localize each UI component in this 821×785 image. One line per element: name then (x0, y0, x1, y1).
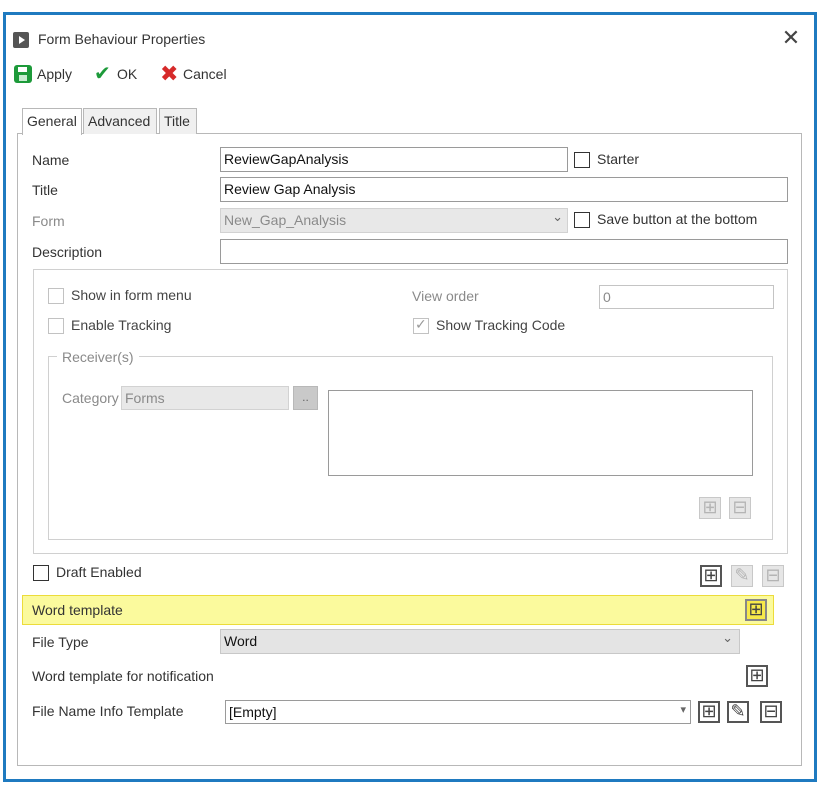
show-menu-label: Show in form menu (71, 287, 192, 303)
form-select-value: New_Gap_Analysis (224, 212, 347, 228)
ok-button[interactable]: ✔ OK (94, 63, 137, 85)
cancel-button[interactable]: ✖ Cancel (160, 63, 227, 85)
draft-enabled-checkbox[interactable] (33, 565, 49, 581)
form-icon (13, 32, 29, 48)
save-bottom-checkbox[interactable] (574, 212, 590, 228)
save-icon (14, 65, 32, 83)
file-type-value: Word (224, 633, 258, 649)
edit-draft-button[interactable]: ✎ (731, 565, 753, 587)
category-input: Forms (121, 386, 289, 410)
chevron-down-icon: ⌄ (552, 209, 563, 224)
category-label: Category (62, 390, 119, 406)
add-word-template-button[interactable]: ⊞ (745, 599, 767, 621)
description-label: Description (32, 244, 103, 260)
tab-general[interactable]: General (22, 108, 82, 135)
arrow-down-icon: ▾ (680, 704, 686, 716)
show-tracking-code-label: Show Tracking Code (436, 317, 566, 333)
enable-tracking-label: Enable Tracking (71, 317, 172, 333)
remove-file-name-info-button[interactable]: ⊟ (760, 701, 782, 723)
receivers-legend: Receiver(s) (57, 349, 139, 365)
tab-advanced[interactable]: Advanced (83, 108, 157, 134)
file-name-info-value: [Empty] (229, 704, 277, 720)
name-input[interactable]: ReviewGapAnalysis (220, 147, 568, 172)
show-tracking-code-checkbox[interactable] (413, 316, 429, 334)
add-notification-template-button[interactable]: ⊞ (746, 665, 768, 687)
file-type-select[interactable]: Word ⌄ (220, 629, 740, 654)
title-input[interactable]: Review Gap Analysis (220, 177, 788, 202)
remove-receiver-button[interactable]: ⊟ (729, 497, 751, 519)
title-label: Title (32, 182, 58, 198)
remove-draft-button[interactable]: ⊟ (762, 565, 784, 587)
category-browse-button[interactable]: .. (293, 386, 318, 410)
close-icon[interactable]: ✕ (780, 27, 802, 49)
cancel-label: Cancel (183, 66, 227, 82)
file-name-info-label: File Name Info Template (32, 703, 184, 719)
description-input[interactable] (220, 239, 788, 264)
show-menu-checkbox[interactable] (48, 288, 64, 304)
starter-checkbox[interactable] (574, 152, 590, 168)
enable-tracking-checkbox[interactable] (48, 318, 64, 334)
word-template-notification-label: Word template for notification (32, 668, 214, 684)
ok-label: OK (117, 66, 138, 82)
add-file-name-info-button[interactable]: ⊞ (698, 701, 720, 723)
chevron-down-icon: ⌄ (722, 630, 733, 645)
cross-icon: ✖ (160, 61, 179, 86)
word-template-row (22, 595, 774, 625)
form-label: Form (32, 213, 65, 229)
starter-label: Starter (597, 151, 640, 167)
add-draft-button[interactable]: ⊞ (700, 565, 722, 587)
form-select: New_Gap_Analysis ⌄ (220, 208, 568, 233)
draft-enabled-label: Draft Enabled (56, 564, 142, 580)
view-order-input[interactable]: 0 (599, 285, 774, 309)
edit-file-name-info-button[interactable]: ✎ (727, 701, 749, 723)
checkmark-icon: ✔ (94, 63, 111, 85)
word-template-label: Word template (32, 602, 123, 618)
view-order-label: View order (412, 288, 479, 304)
dialog-title: Form Behaviour Properties (38, 31, 206, 47)
apply-label: Apply (37, 66, 73, 82)
save-bottom-label: Save button at the bottom (597, 211, 758, 227)
receivers-list[interactable] (328, 390, 753, 476)
add-receiver-button[interactable]: ⊞ (699, 497, 721, 519)
tab-title[interactable]: Title (159, 108, 197, 134)
file-name-info-select[interactable]: [Empty] ▾ (225, 700, 691, 724)
apply-button[interactable]: Apply (14, 63, 72, 85)
name-label: Name (32, 152, 70, 168)
file-type-label: File Type (32, 634, 89, 650)
